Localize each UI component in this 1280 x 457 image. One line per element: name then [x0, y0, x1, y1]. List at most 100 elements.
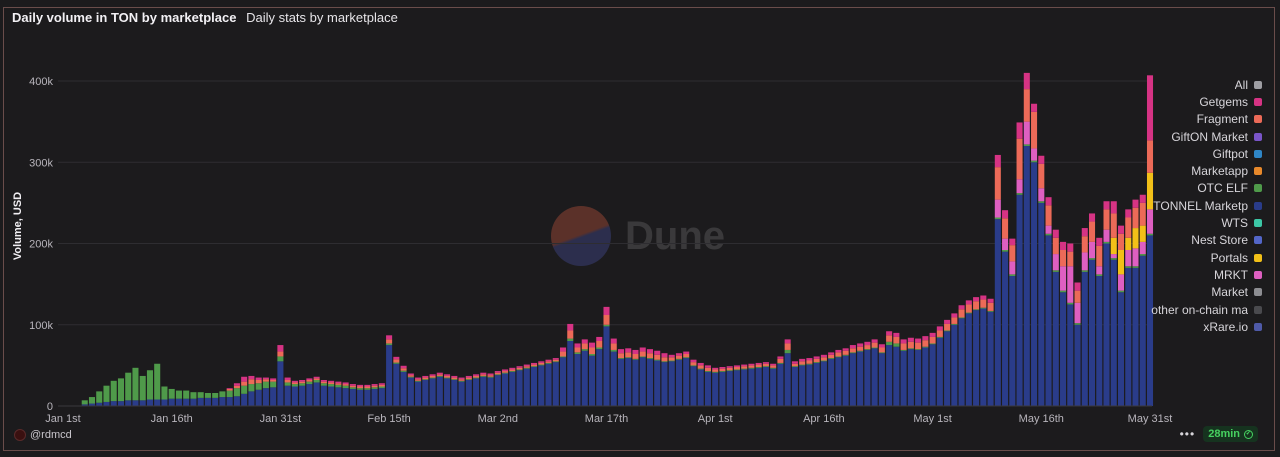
- bar-segment: [270, 387, 277, 406]
- bar-segment: [784, 343, 791, 350]
- bar-segment: [958, 317, 965, 319]
- bar-segment: [284, 382, 291, 386]
- bar-segment: [704, 371, 711, 372]
- bar-segment: [588, 355, 596, 407]
- legend-item[interactable]: Portals: [1122, 249, 1262, 266]
- bar-segment: [386, 339, 393, 344]
- legend-item[interactable]: Fragment: [1122, 111, 1262, 128]
- bar-segment: [871, 342, 878, 348]
- bar-segment: [581, 339, 588, 344]
- legend-item[interactable]: Giftpot: [1122, 145, 1262, 162]
- bar-segment: [241, 376, 248, 382]
- bar-segment: [632, 354, 639, 359]
- bar-segment: [335, 384, 342, 388]
- bar-segment: [320, 383, 327, 386]
- bar-segment: [226, 388, 233, 391]
- refresh-badge[interactable]: 28min ✓: [1203, 426, 1258, 442]
- bar-segment: [1045, 235, 1052, 407]
- bar-segment: [480, 374, 487, 376]
- bar-segment: [219, 397, 226, 406]
- legend-item[interactable]: xRare.io: [1122, 318, 1262, 335]
- bar-segment: [429, 377, 436, 379]
- legend-item[interactable]: OTC ELF: [1122, 180, 1262, 197]
- bar-segment: [791, 363, 798, 367]
- legend-item[interactable]: All: [1122, 76, 1262, 93]
- legend-item[interactable]: TONNEL Marketp: [1122, 197, 1262, 214]
- bar-segment: [197, 392, 204, 398]
- bar-segment: [509, 371, 516, 407]
- x-tick-label: May 31st: [1128, 413, 1173, 425]
- bar-segment: [697, 362, 704, 366]
- bar-segment: [1081, 252, 1088, 271]
- bar-segment: [422, 379, 429, 380]
- bar-segment: [552, 358, 559, 360]
- legend-item[interactable]: WTS: [1122, 214, 1262, 231]
- bar-segment: [451, 375, 458, 378]
- legend-label: All: [1234, 77, 1248, 92]
- bar-segment: [357, 389, 364, 406]
- bar-segment: [328, 382, 335, 385]
- bar-segment: [342, 388, 349, 407]
- bar-segment: [1060, 290, 1067, 293]
- bar-segment: [1002, 250, 1009, 252]
- bar-segment: [900, 339, 907, 344]
- bar-segment: [951, 323, 958, 325]
- bar-segment: [922, 340, 929, 347]
- bar-segment: [1045, 197, 1052, 206]
- bar-segment: [407, 377, 414, 406]
- bar-segment: [1103, 229, 1110, 242]
- legend-item[interactable]: Marketapp: [1122, 162, 1262, 179]
- bar-segment: [523, 368, 530, 407]
- bar-segment: [726, 367, 733, 371]
- bar-segment: [378, 388, 385, 407]
- legend-item[interactable]: GiftON Market: [1122, 128, 1262, 145]
- bar-segment: [820, 357, 827, 361]
- bar-segment: [523, 364, 530, 367]
- bar-segment: [835, 356, 842, 358]
- bar-segment: [994, 167, 1001, 200]
- legend-item[interactable]: other on-chain ma: [1122, 301, 1262, 318]
- author[interactable]: @rdmcd: [14, 429, 72, 441]
- bar-segment: [444, 375, 451, 378]
- bar-segment: [139, 400, 146, 406]
- bar-segment: [103, 401, 110, 406]
- bar-segment: [639, 356, 646, 358]
- bar-segment: [407, 375, 414, 377]
- bar-segment: [820, 354, 827, 358]
- bar-segment: [451, 379, 458, 380]
- avatar: [14, 429, 26, 441]
- bar-segment: [654, 354, 661, 360]
- bar-segment: [262, 379, 269, 382]
- bar-segment: [980, 308, 987, 406]
- bar-segment: [480, 376, 487, 406]
- bar-segment: [646, 353, 654, 359]
- bar-segment: [893, 343, 900, 347]
- bar-segment: [1089, 241, 1096, 259]
- bar-segment: [1081, 236, 1088, 253]
- legend-item[interactable]: Market: [1122, 284, 1262, 301]
- bar-segment: [893, 346, 900, 406]
- bar-segment: [646, 358, 654, 407]
- bar-segment: [987, 310, 994, 312]
- bar-segment: [226, 388, 233, 389]
- bar-segment: [125, 400, 132, 406]
- bar-segment: [349, 387, 356, 389]
- more-options-icon[interactable]: •••: [1180, 427, 1196, 441]
- bar-segment: [523, 366, 530, 368]
- legend-item[interactable]: Nest Store: [1122, 232, 1262, 249]
- bar-segment: [1052, 270, 1059, 272]
- bar-segment: [509, 367, 516, 370]
- bar-segment: [1060, 241, 1067, 251]
- bar-segment: [1016, 122, 1023, 139]
- legend-item[interactable]: MRKT: [1122, 266, 1262, 283]
- x-tick-label: Jan 16th: [151, 413, 193, 425]
- bar-segment: [973, 309, 980, 311]
- legend-item[interactable]: Getgems: [1122, 93, 1262, 110]
- bar-segment: [560, 347, 567, 352]
- bar-segment: [233, 388, 240, 397]
- bar-segment: [277, 356, 284, 362]
- bar-segment: [248, 384, 255, 392]
- refresh-time: 28min: [1208, 428, 1240, 440]
- bar-segment: [712, 372, 719, 406]
- bar-segment: [88, 397, 96, 404]
